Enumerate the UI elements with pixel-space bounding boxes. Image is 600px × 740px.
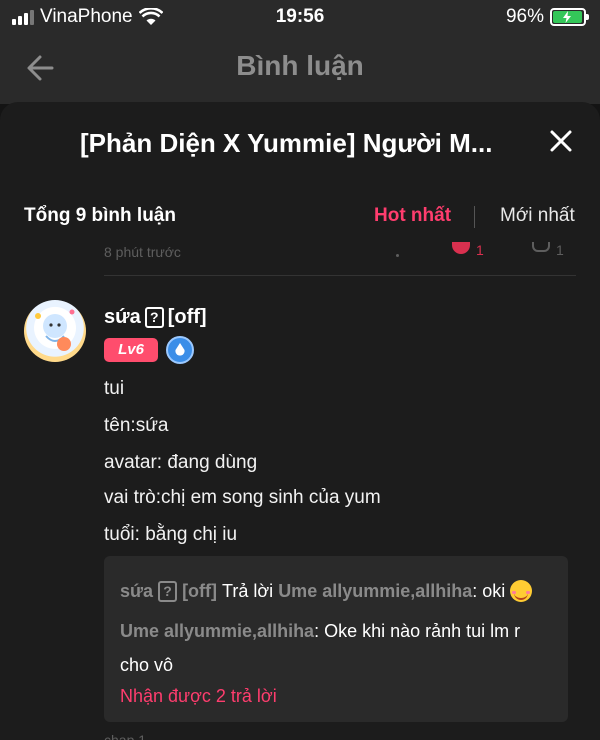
heart-icon[interactable] (452, 242, 470, 254)
previous-comment-time: 8 phút trước (104, 244, 181, 260)
comment-count: Tổng 9 bình luận (24, 205, 176, 226)
replies-preview[interactable]: sứa ? [off] Trả lời Ume allyummie,allhih… (104, 556, 568, 722)
battery-level (553, 11, 582, 23)
comment-author[interactable]: sứa ? [off] (104, 306, 207, 329)
close-icon[interactable] (548, 128, 574, 154)
comments-toolbar: Tổng 9 bình luận Hot nhất Mới nhất (0, 197, 600, 239)
comment-bubble-icon[interactable] (532, 242, 550, 252)
comment-line: tuổi: bằng chị iu (104, 524, 238, 545)
reply-from-suffix: [off] (182, 580, 218, 601)
sort-new-tab[interactable]: Mới nhất (500, 205, 575, 227)
comment-line: vai trò:chị em song sinh của yum (104, 487, 381, 508)
sheet-title: [Phản Diện X Yummie] Người M... (80, 128, 493, 158)
like-count: 1 (476, 242, 484, 258)
sort-divider (474, 206, 475, 228)
level-badge-icon (166, 336, 194, 364)
charging-bolt-icon (563, 11, 572, 23)
avatar[interactable] (24, 300, 86, 362)
reply-verb: Trả lời (222, 580, 274, 601)
status-bar: VinaPhone 19:56 96% (0, 0, 600, 34)
comments-sheet: [Phản Diện X Yummie] Người M... Tổng 9 b… (0, 102, 600, 740)
reply-line-1: sứa ? [off] Trả lời Ume allyummie,allhih… (120, 580, 533, 602)
reply-count: 1 (556, 242, 564, 258)
author-suffix: [off] (167, 306, 207, 328)
author-name: sứa (104, 306, 141, 328)
reply-line-2: Ume allyummie,allhiha: Oke khi nào rảnh … (120, 614, 550, 682)
reply-to: Ume allyummie,allhiha (278, 580, 473, 601)
missing-glyph: ? (144, 307, 164, 328)
more-dot (396, 254, 399, 257)
comment-line: avatar: đang dùng (104, 452, 258, 473)
reply-second-user: Ume allyummie,allhiha (120, 621, 315, 641)
sort-hot-tab[interactable]: Hot nhất (374, 205, 451, 227)
reply-from: sứa (120, 580, 154, 601)
comment-line: tên:sứa (104, 415, 169, 436)
app-header: Bình luận (0, 34, 600, 104)
avatar-illustration (35, 309, 75, 351)
comment-line: tui (104, 378, 125, 399)
comment-footer-text: chap 1 (104, 732, 147, 740)
level-badge: Lv6 (104, 338, 158, 362)
missing-glyph: ? (158, 580, 178, 602)
page-title: Bình luận (236, 50, 364, 81)
battery-percent: 96% (505, 6, 544, 27)
previous-comment-footer: 8 phút trước 1 1 (104, 242, 576, 276)
status-right: 96% (505, 6, 589, 28)
view-replies-link[interactable]: Nhận được 2 trả lời (120, 686, 277, 707)
emoji-icon (510, 580, 533, 602)
battery-icon (550, 8, 589, 26)
reply-text: : oki (472, 580, 506, 601)
